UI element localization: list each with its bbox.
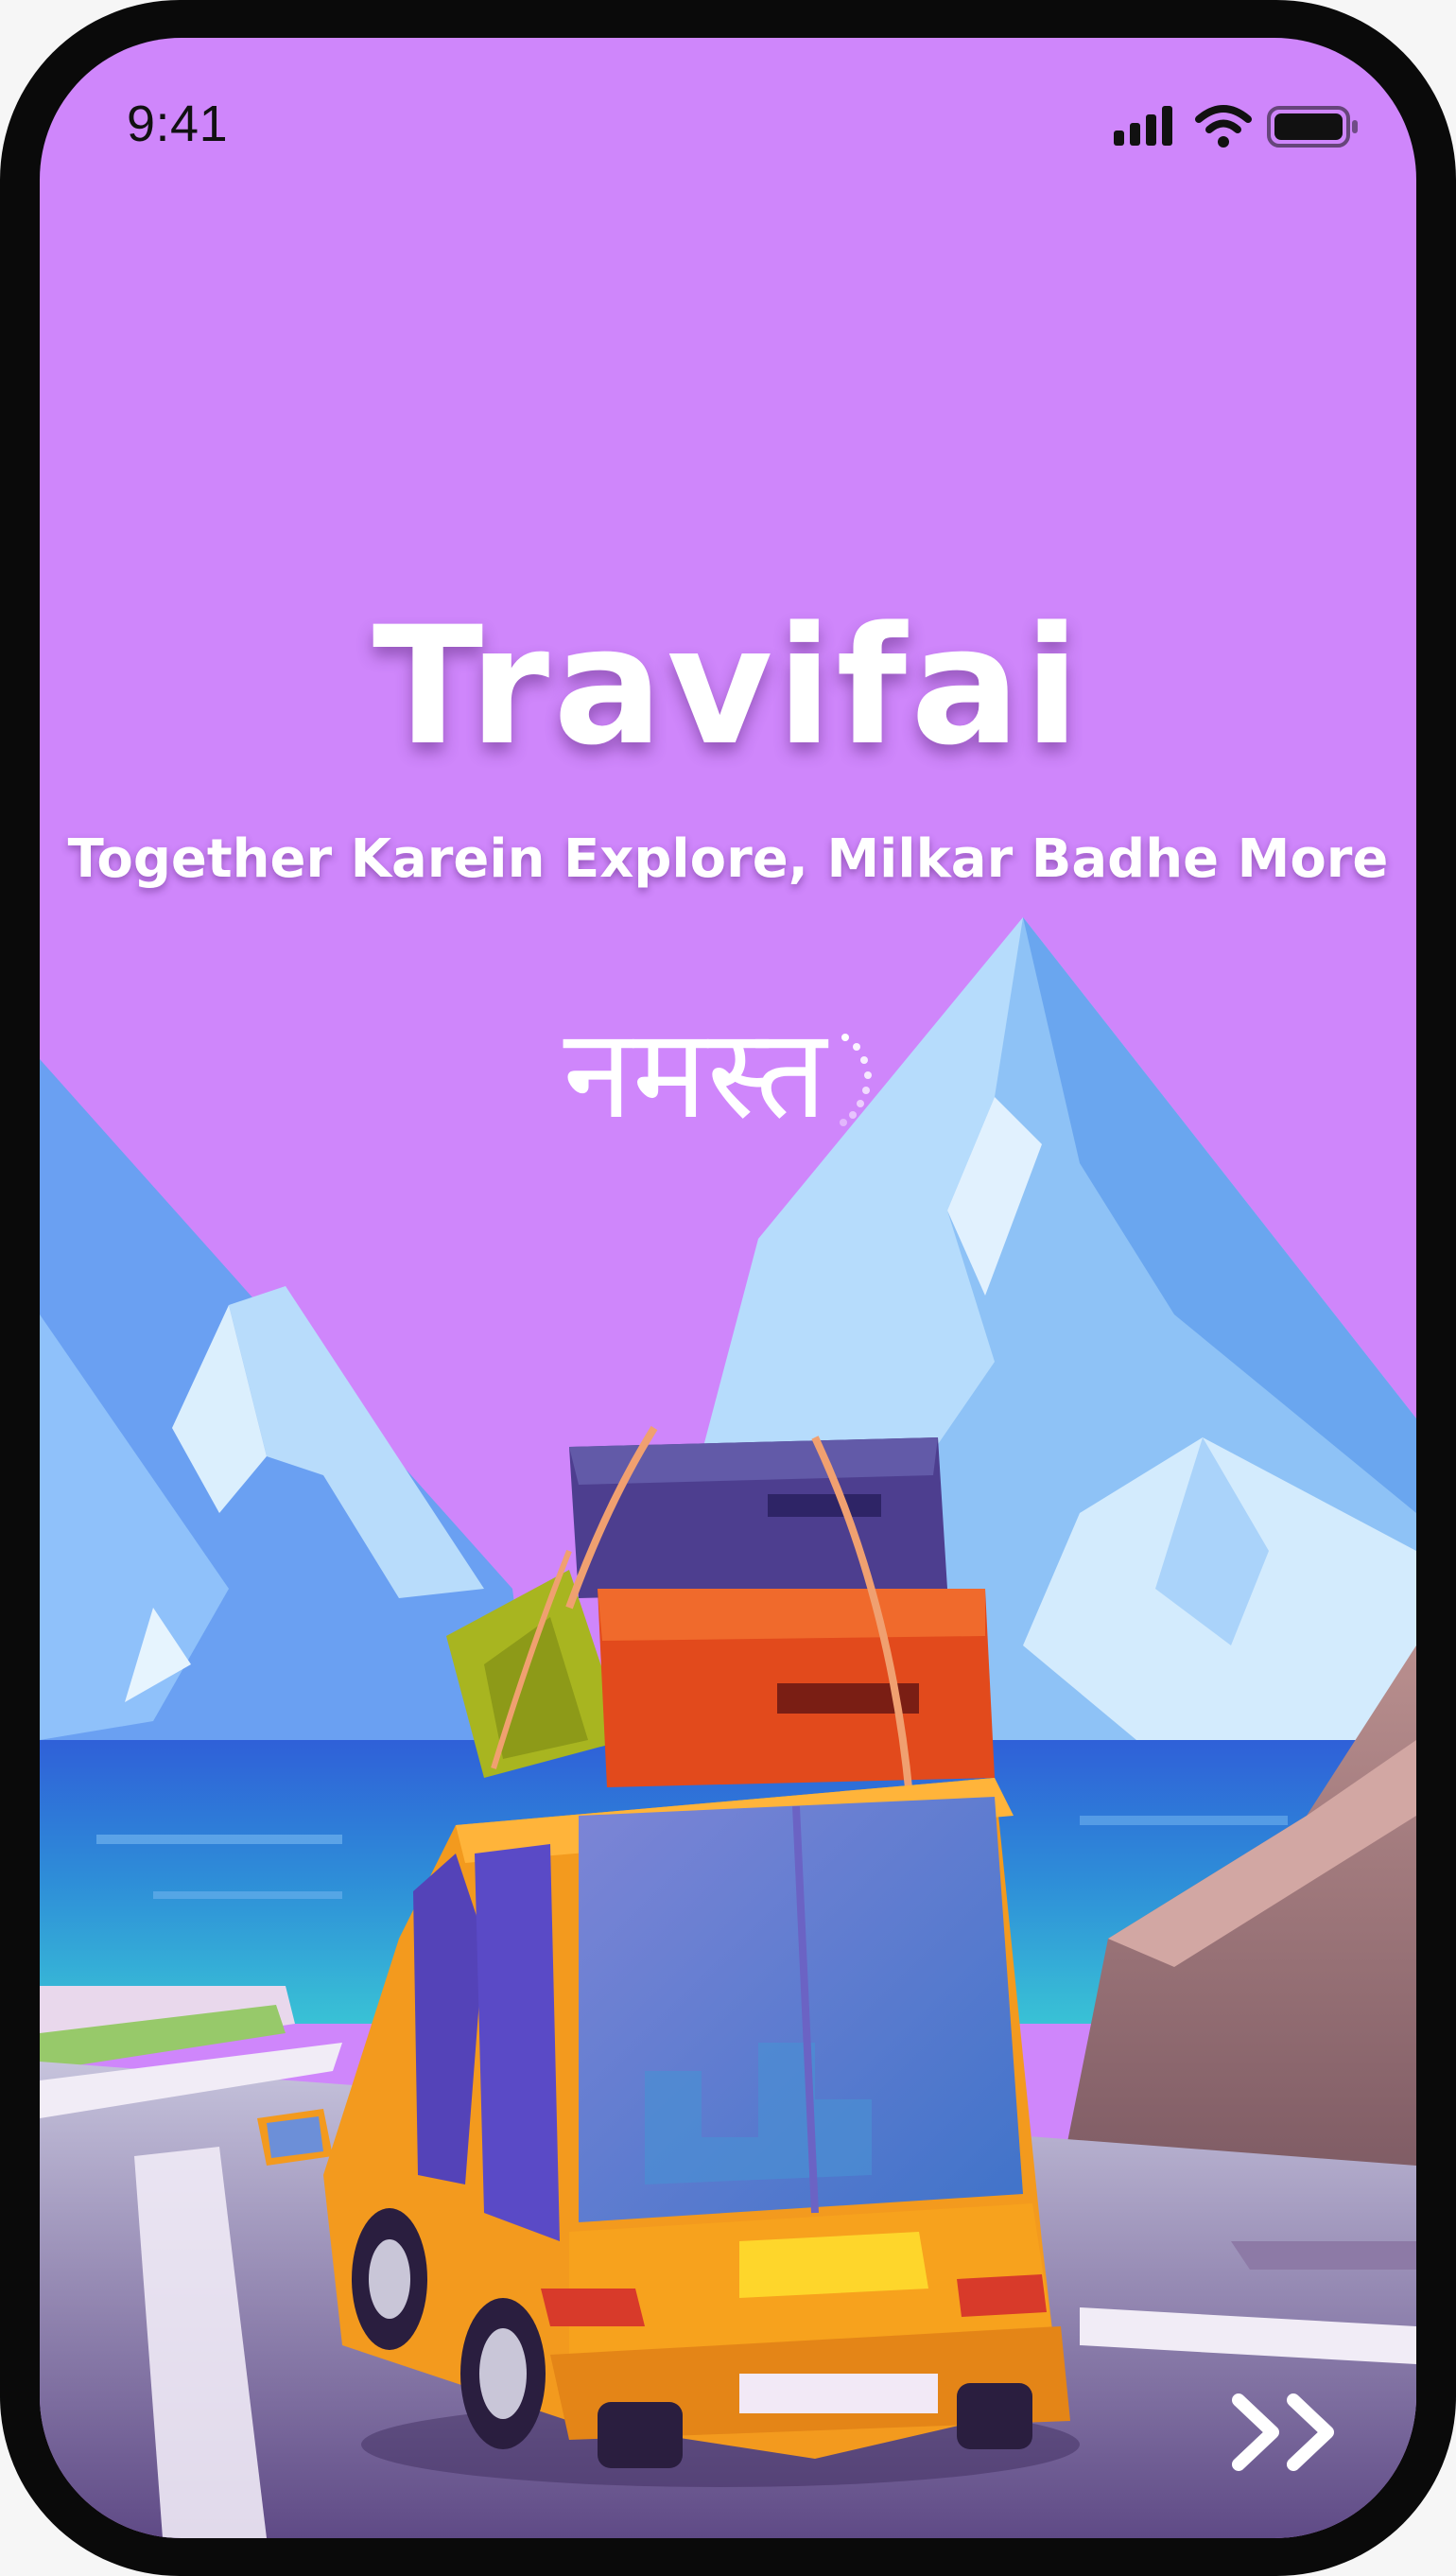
greeting-label: नमस्त xyxy=(563,1001,827,1147)
app-title: Travifai xyxy=(372,591,1084,781)
greeting-text: नमस्त xyxy=(40,983,1416,1154)
cellular-signal-icon xyxy=(1114,106,1172,146)
travel-illustration xyxy=(40,917,1416,2538)
next-button[interactable] xyxy=(1218,2379,1360,2483)
status-time: 9:41 xyxy=(127,96,229,152)
wifi-icon xyxy=(1195,105,1252,148)
loading-dots-icon xyxy=(840,1033,873,1126)
app-tagline: Together Karein Explore, Milkar Badhe Mo… xyxy=(67,828,1389,890)
phone-frame: 9:41 Travifai Together Karein Explore, M… xyxy=(0,0,1456,2576)
battery-icon xyxy=(1267,106,1358,148)
splash-screen: 9:41 Travifai Together Karein Explore, M… xyxy=(40,38,1416,2538)
status-icons xyxy=(1114,105,1358,148)
double-chevron-right-icon xyxy=(1232,2393,1334,2471)
